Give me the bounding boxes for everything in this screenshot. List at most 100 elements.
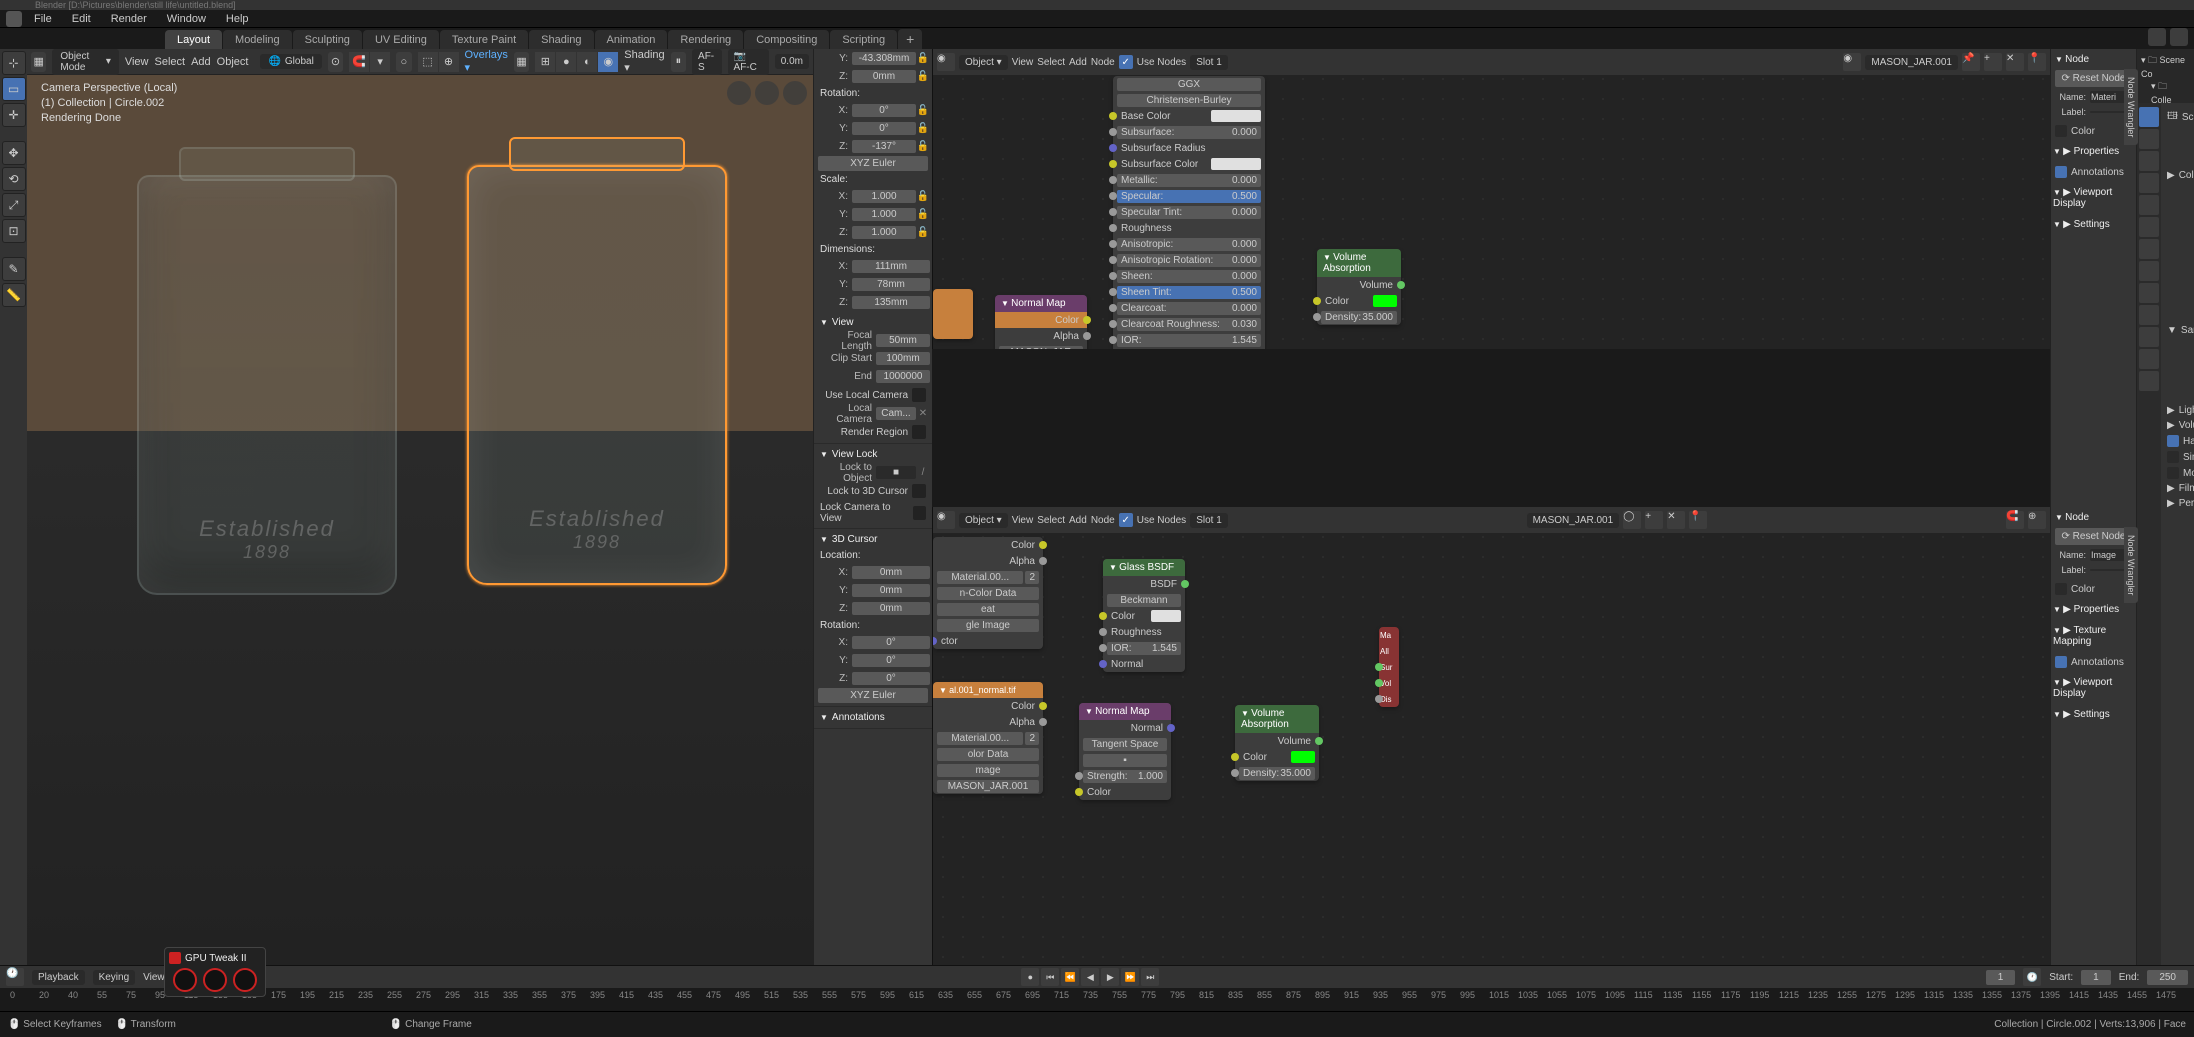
- dim-y-field[interactable]: 78mm: [852, 278, 930, 291]
- tab-uv-editing[interactable]: UV Editing: [363, 30, 439, 49]
- annotations-section[interactable]: Annotations: [814, 709, 932, 726]
- vp-menu-add[interactable]: Add: [191, 56, 211, 68]
- lock-icon[interactable]: 🔓: [916, 53, 930, 64]
- properties-head[interactable]: ▶ Properties: [2051, 143, 2136, 160]
- loc-z-field[interactable]: 0mm: [852, 70, 916, 83]
- shading-dropdown[interactable]: Shading ▾: [624, 49, 664, 74]
- keyframe-next-icon[interactable]: ⏩: [1121, 968, 1139, 986]
- cursor-setter-icon[interactable]: ⊹: [2, 51, 26, 75]
- orientation-dropdown[interactable]: 🌐 Global: [260, 54, 321, 69]
- tab-scripting[interactable]: Scripting: [830, 30, 897, 49]
- focal-field[interactable]: 50mm: [876, 334, 930, 347]
- start-frame-field[interactable]: 1: [2081, 970, 2111, 985]
- jump-start-icon[interactable]: ⏮: [1041, 968, 1059, 986]
- output-tab-icon[interactable]: [2139, 129, 2159, 149]
- editor-type-icon[interactable]: ◉: [937, 511, 955, 529]
- cursor-icon[interactable]: ✛: [2, 103, 26, 127]
- cursor-y[interactable]: 0mm: [852, 584, 930, 597]
- mason-jar-object-1[interactable]: Established1898: [137, 175, 397, 595]
- play-reverse-icon[interactable]: ◀: [1081, 968, 1099, 986]
- volume-absorption-node-2[interactable]: Volume Absorption Volume Color Density:3…: [1235, 705, 1319, 781]
- scale-y-field[interactable]: 1.000: [852, 208, 916, 221]
- material-name-field[interactable]: MASON_JAR.001: [1527, 513, 1620, 528]
- scene-tab-icon[interactable]: [2139, 173, 2159, 193]
- use-local-camera-checkbox[interactable]: [912, 388, 926, 402]
- ne-menu-view[interactable]: View: [1012, 515, 1034, 526]
- ne-menu-add[interactable]: Add: [1069, 57, 1087, 68]
- modifier-tab-icon[interactable]: [2139, 239, 2159, 259]
- specular-field[interactable]: Specular:0.500: [1117, 190, 1261, 203]
- tab-texture-paint[interactable]: Texture Paint: [440, 30, 528, 49]
- pin-editor-icon[interactable]: 📍: [2028, 53, 2046, 71]
- vp-menu-select[interactable]: Select: [155, 56, 186, 68]
- menu-edit[interactable]: Edit: [64, 11, 99, 27]
- sampling-section[interactable]: ▼ Sampling: [2163, 323, 2194, 338]
- base-color-swatch[interactable]: [1211, 110, 1261, 122]
- material-tab-icon[interactable]: [2139, 349, 2159, 369]
- playback-menu[interactable]: Playback: [32, 970, 85, 985]
- outliner[interactable]: ▾ 🗀 Scene Co ▾ 🗀 Colle: [2137, 49, 2194, 103]
- viewport-display-head[interactable]: ▶ Viewport Display: [2051, 674, 2136, 702]
- pin-icon[interactable]: 📍: [1689, 511, 1707, 529]
- camera-gizmo-icon[interactable]: [783, 81, 807, 105]
- ne-menu-select[interactable]: Select: [1037, 515, 1065, 526]
- particle-tab-icon[interactable]: [2139, 261, 2159, 281]
- keying-menu[interactable]: Keying: [93, 970, 136, 985]
- scale-icon[interactable]: ⤢: [2, 193, 26, 217]
- af-s-button[interactable]: AF-S: [692, 49, 722, 75]
- local-camera-field[interactable]: Cam...: [876, 407, 916, 420]
- pause-render-icon[interactable]: ⏸: [671, 52, 686, 72]
- end-frame-field[interactable]: 250: [2147, 970, 2188, 985]
- motion-blur-section[interactable]: Mot: [2163, 465, 2194, 481]
- slot-dropdown[interactable]: Slot 1: [1190, 513, 1228, 528]
- cursor-section[interactable]: 3D Cursor: [814, 531, 932, 548]
- timeline-ruler[interactable]: 0204055759511513515517519521523525527529…: [0, 988, 2194, 1011]
- overlay-icon[interactable]: ⊕: [2028, 511, 2046, 529]
- lock-3d-cursor-checkbox[interactable]: [912, 484, 926, 498]
- xray-icon[interactable]: ▦: [514, 52, 529, 72]
- shader-type-dropdown[interactable]: Object ▾: [959, 513, 1008, 528]
- new-icon[interactable]: +: [1645, 511, 1663, 529]
- settings-head[interactable]: ▶ Settings: [2051, 706, 2136, 723]
- menu-render[interactable]: Render: [103, 11, 155, 27]
- gpu-tweak-overlay[interactable]: GPU Tweak II: [164, 947, 266, 997]
- node-panel-head[interactable]: Node: [2051, 51, 2136, 68]
- cursor-ry[interactable]: 0°: [852, 654, 930, 667]
- shader-editor-upper[interactable]: ◉ Object ▾ View Select Add Node ✓ Use No…: [932, 49, 2050, 349]
- clip-end-field[interactable]: 1000000: [876, 370, 930, 383]
- cursor-rot-mode[interactable]: XYZ Euler: [818, 688, 928, 703]
- rendered-mode[interactable]: ◉: [598, 52, 618, 72]
- eyedropper-icon[interactable]: /: [916, 467, 930, 478]
- loc-y-field[interactable]: -43.308mm: [852, 52, 916, 65]
- menu-window[interactable]: Window: [159, 11, 214, 27]
- view-lock-section[interactable]: View Lock: [814, 446, 932, 463]
- preview-range-icon[interactable]: 🕐: [2023, 968, 2041, 986]
- simplify-section[interactable]: Sim: [2163, 449, 2194, 465]
- image-texture-node-1[interactable]: Color Alpha Material.00...2 n-Color Data…: [933, 537, 1043, 649]
- zoom-gizmo-icon[interactable]: [727, 81, 751, 105]
- properties-head[interactable]: ▶ Properties: [2051, 601, 2136, 618]
- texture-tab-icon[interactable]: [2139, 371, 2159, 391]
- vol-color-swatch[interactable]: [1373, 295, 1397, 307]
- node-wrangler-tab[interactable]: Node Wrangler: [2124, 527, 2138, 603]
- timeline-editor-icon[interactable]: 🕐: [6, 968, 24, 986]
- menu-help[interactable]: Help: [218, 11, 257, 27]
- gizmo-toggle[interactable]: ⬚: [418, 52, 438, 72]
- auto-key-icon[interactable]: ●: [1021, 968, 1039, 986]
- tab-shading[interactable]: Shading: [529, 30, 593, 49]
- viewlayer-tab-icon[interactable]: [2139, 151, 2159, 171]
- glass-color-swatch[interactable]: [1151, 610, 1181, 622]
- subsurface-field[interactable]: Subsurface:0.000: [1117, 126, 1261, 139]
- ne-menu-view[interactable]: View: [1012, 57, 1034, 68]
- pin-icon[interactable]: 📌: [1962, 53, 1980, 71]
- material-name-field[interactable]: MASON_JAR.001: [1865, 55, 1958, 70]
- rotate-icon[interactable]: ⟲: [2, 167, 26, 191]
- users-icon[interactable]: ◯: [1623, 511, 1641, 529]
- normal-map-node-2[interactable]: Normal Map Normal Tangent Space ▪ Streng…: [1079, 703, 1171, 800]
- ne-menu-add[interactable]: Add: [1069, 515, 1087, 526]
- world-tab-icon[interactable]: [2139, 195, 2159, 215]
- tab-rendering[interactable]: Rendering: [668, 30, 743, 49]
- use-nodes-checkbox[interactable]: ✓: [1119, 513, 1133, 527]
- slot-dropdown[interactable]: Slot 1: [1190, 55, 1228, 70]
- shader-type-dropdown[interactable]: Object ▾: [959, 55, 1008, 70]
